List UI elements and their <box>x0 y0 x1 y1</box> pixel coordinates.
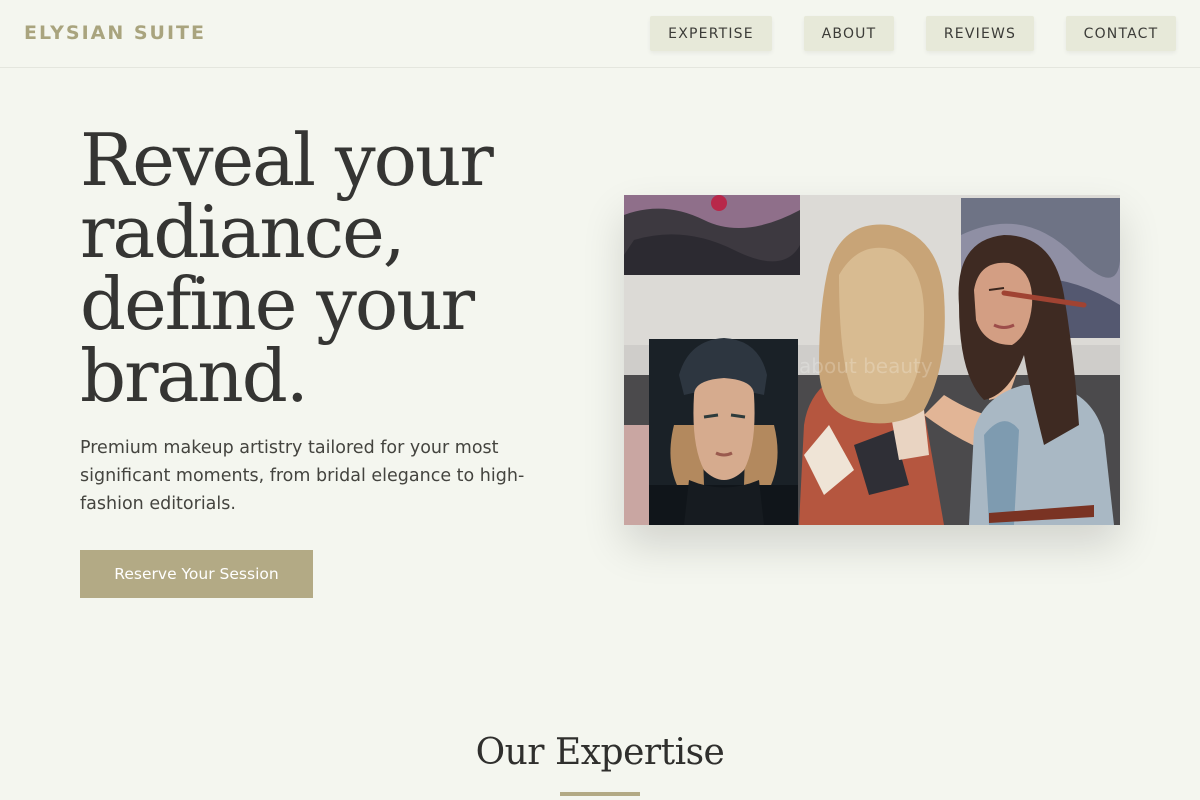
reserve-session-button[interactable]: Reserve Your Session <box>80 550 313 598</box>
image-watermark: about beauty <box>799 354 933 378</box>
hero-title-line: brand. <box>80 334 309 418</box>
hero-title-line: radiance, <box>80 190 406 274</box>
expertise-section-title: Our Expertise <box>475 732 725 773</box>
nav-contact-button[interactable]: CONTACT <box>1066 16 1176 51</box>
section-title-underline <box>560 792 640 796</box>
brand-logo[interactable]: ELYSIAN SUITE <box>24 22 206 44</box>
hero-description: Premium makeup artistry tailored for you… <box>80 438 525 514</box>
nav-reviews-button[interactable]: REVIEWS <box>926 16 1034 51</box>
hero-title: Reveal your radiance, define your brand. <box>80 124 580 412</box>
hero-title-line: define your <box>80 262 475 346</box>
nav-about-button[interactable]: ABOUT <box>804 16 894 51</box>
site-header: ELYSIAN SUITE EXPERTISE ABOUT REVIEWS CO… <box>0 0 1200 68</box>
nav-expertise-button[interactable]: EXPERTISE <box>650 16 772 51</box>
hero-image: about beauty <box>624 195 1120 525</box>
hero-title-line: Reveal your <box>80 118 494 202</box>
